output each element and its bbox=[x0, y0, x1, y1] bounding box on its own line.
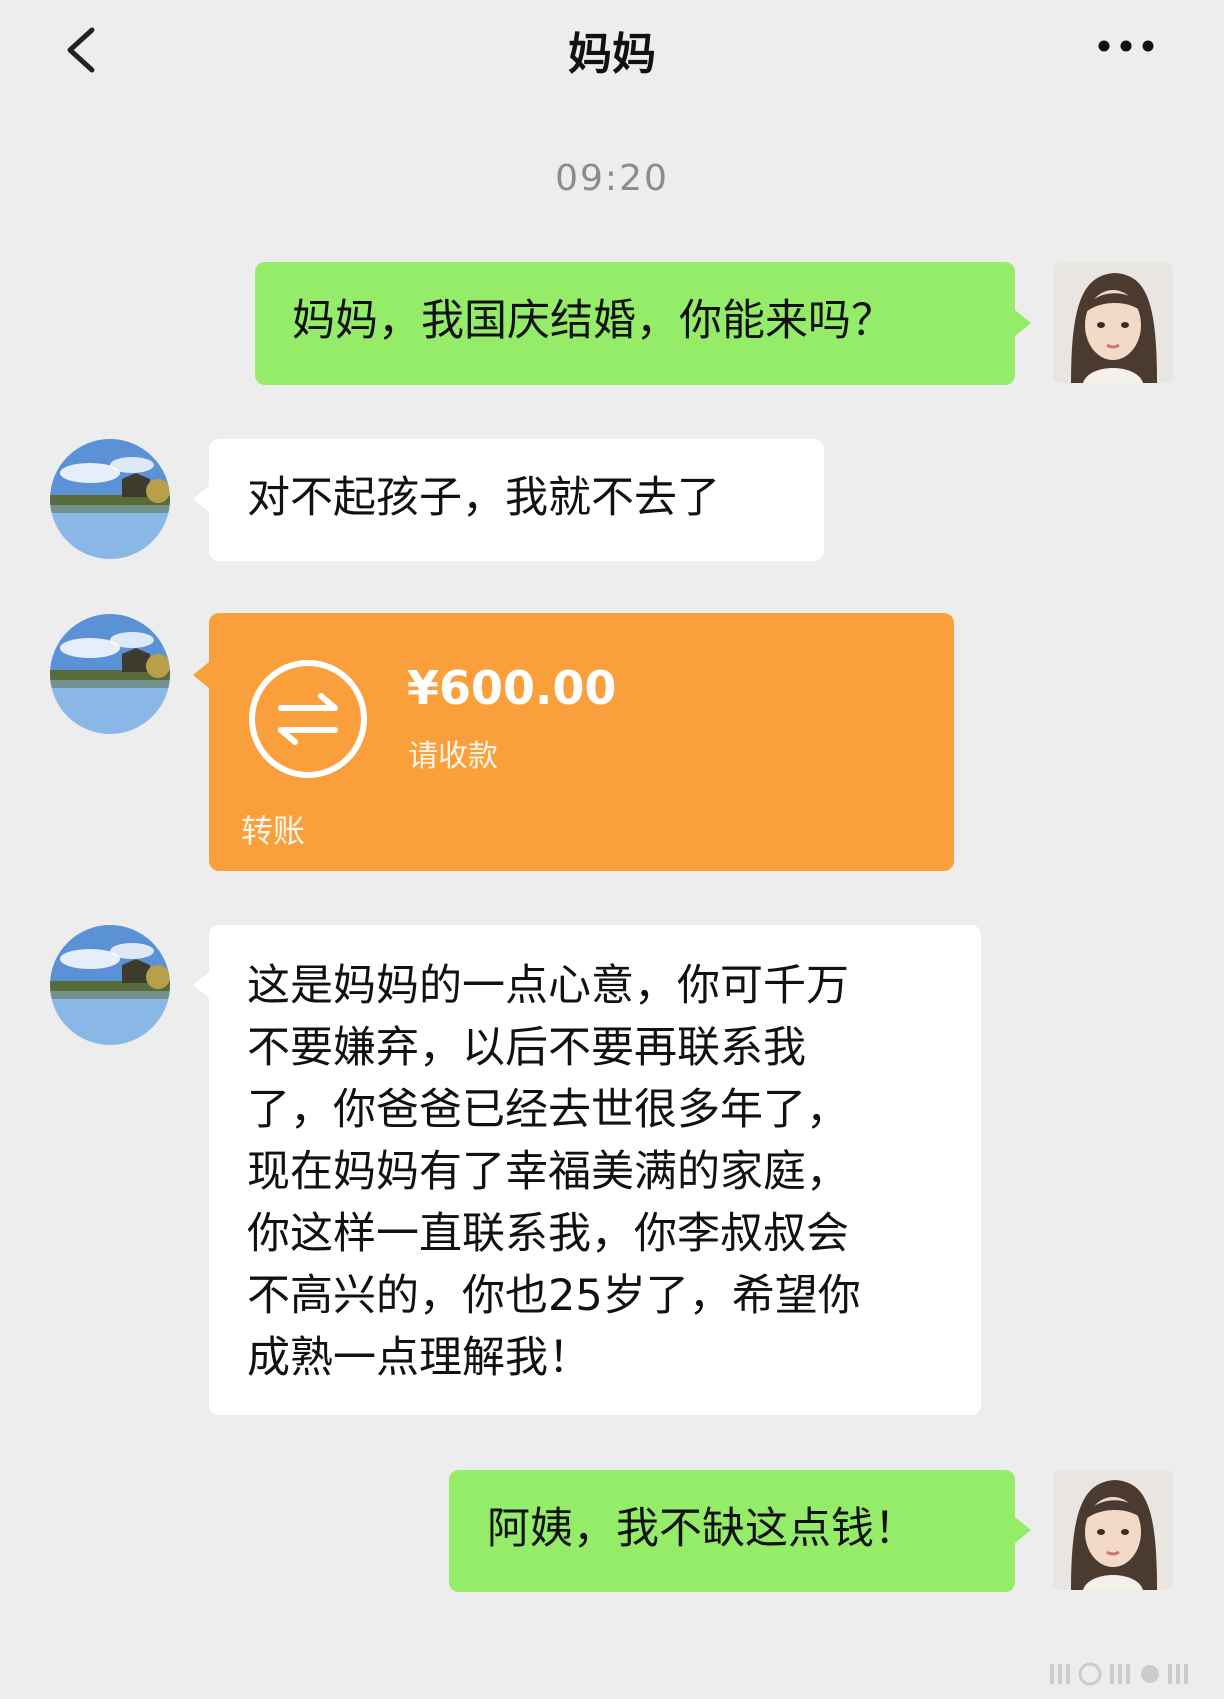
bubble-tail bbox=[193, 486, 209, 512]
message-text: 妈妈，我国庆结婚，你能来吗？ bbox=[292, 296, 894, 346]
contact-avatar-image bbox=[50, 925, 170, 1045]
bubble-tail bbox=[193, 972, 209, 998]
contact-avatar[interactable] bbox=[50, 925, 170, 1045]
transfer-label: 转账 bbox=[241, 812, 306, 850]
chat-header: 妈妈 bbox=[0, 0, 1224, 100]
transfer-arrows-icon bbox=[249, 660, 367, 778]
watermark-graphic bbox=[1050, 1662, 1188, 1686]
message-bubble-sent[interactable]: 妈妈，我国庆结婚，你能来吗？ bbox=[255, 262, 1015, 385]
more-horizontal-icon[interactable] bbox=[1096, 34, 1156, 58]
transfer-status: 请收款 bbox=[408, 739, 498, 774]
message-text-line: 了，你爸爸已经去世很多年了， bbox=[247, 1085, 849, 1135]
transfer-card[interactable]: ¥600.00 请收款 转账 bbox=[209, 613, 954, 871]
user-avatar-image bbox=[1053, 1470, 1173, 1590]
message-bubble-received[interactable]: 这是妈妈的一点心意，你可千万 不要嫌弃，以后不要再联系我 了，你爸爸已经去世很多… bbox=[209, 925, 981, 1415]
chat-title: 妈妈 bbox=[568, 29, 656, 80]
bubble-tail bbox=[1015, 310, 1031, 336]
message-text: 对不起孩子，我就不去了 bbox=[247, 473, 720, 523]
message-text-line: 这是妈妈的一点心意，你可千万 bbox=[247, 961, 849, 1011]
message-bubble-received[interactable]: 对不起孩子，我就不去了 bbox=[209, 439, 824, 561]
message-bubble-sent[interactable]: 阿姨，我不缺这点钱！ bbox=[449, 1470, 1015, 1592]
message-text: 阿姨，我不缺这点钱！ bbox=[487, 1504, 917, 1554]
user-avatar[interactable] bbox=[1053, 263, 1173, 383]
contact-avatar-image bbox=[50, 439, 170, 559]
message-text-line: 不要嫌弃，以后不要再联系我 bbox=[247, 1023, 806, 1073]
message-text-line: 现在妈妈有了幸福美满的家庭， bbox=[247, 1147, 849, 1197]
bubble-tail bbox=[1015, 1517, 1031, 1543]
message-text-line: 你这样一直联系我，你李叔叔会 bbox=[247, 1209, 849, 1259]
message-text-line: 成熟一点理解我！ bbox=[247, 1333, 591, 1383]
contact-avatar[interactable] bbox=[50, 614, 170, 734]
bubble-tail bbox=[193, 662, 209, 688]
message-text-line: 不高兴的，你也25岁了，希望你 bbox=[247, 1271, 861, 1321]
transfer-amount: ¥600.00 bbox=[407, 661, 617, 715]
contact-avatar-image bbox=[50, 614, 170, 734]
user-avatar[interactable] bbox=[1053, 1470, 1173, 1590]
user-avatar-image bbox=[1053, 263, 1173, 383]
contact-avatar[interactable] bbox=[50, 439, 170, 559]
message-timestamp: 09:20 bbox=[555, 158, 669, 199]
